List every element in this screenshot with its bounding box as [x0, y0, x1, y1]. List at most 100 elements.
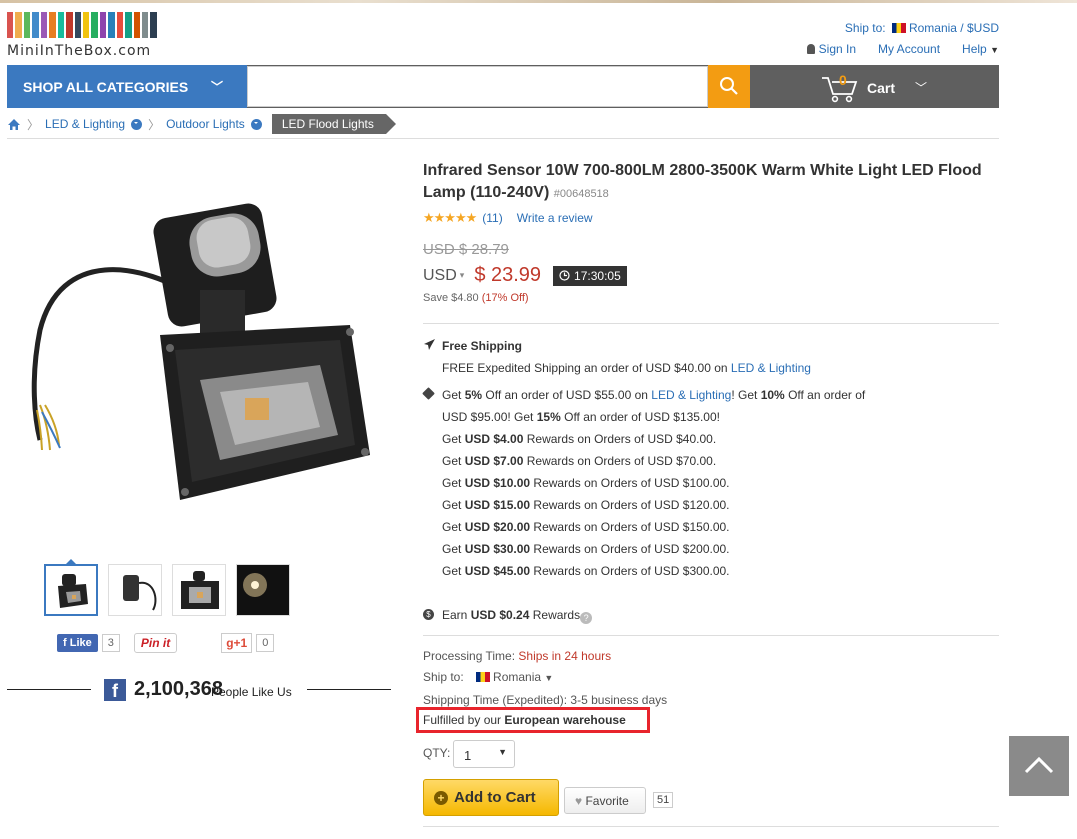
- ship-to-row: Ship to: Romania ▼: [423, 670, 553, 684]
- reward-item: Get USD $15.00 Rewards on Orders of USD …: [442, 494, 730, 516]
- quantity-select[interactable]: 1 ▼: [453, 740, 515, 768]
- breadcrumb-item-outdoor-lights[interactable]: Outdoor Lights: [166, 117, 245, 131]
- promo-text: USD $95.00! Get: [442, 410, 534, 424]
- thumbnail-1[interactable]: [44, 559, 98, 616]
- product-title-text: Infrared Sensor 10W 700-800LM 2800-3500K…: [423, 162, 982, 201]
- logo-text[interactable]: MiniInTheBox.com: [7, 43, 151, 59]
- search-button[interactable]: [708, 65, 750, 108]
- divider: [423, 323, 999, 324]
- breadcrumb-current: LED Flood Lights: [271, 114, 396, 134]
- logo-stripe: [108, 12, 115, 38]
- thumbnail-2[interactable]: [108, 564, 162, 616]
- promo-text: Off an order of USD $135.00!: [564, 410, 720, 424]
- romania-flag-icon: [891, 23, 906, 33]
- my-account-link[interactable]: My Account: [878, 42, 940, 56]
- breadcrumb-separator: 〉: [27, 117, 40, 132]
- processing-time: Processing Time: Ships in 24 hours: [423, 649, 611, 663]
- save-amount: Save $4.80: [423, 292, 479, 304]
- logo-stripe: [142, 12, 149, 38]
- pinterest-button[interactable]: Pin it: [133, 633, 178, 653]
- reward-order: Rewards on Orders of USD $200.00.: [533, 542, 730, 556]
- google-plus-button[interactable]: g+1: [221, 633, 253, 653]
- home-icon[interactable]: [7, 118, 21, 131]
- dollar-icon: $: [423, 609, 434, 620]
- sign-in-link[interactable]: Sign In: [807, 42, 856, 56]
- reward-amount: USD $10.00: [464, 476, 531, 490]
- promo-line-1: Get 5% Off an order of USD $55.00 on LED…: [442, 384, 865, 406]
- promo-pct: 10%: [760, 388, 785, 402]
- reward-amount: USD $30.00: [464, 542, 531, 556]
- search-input[interactable]: [247, 66, 708, 107]
- help-menu[interactable]: Help ▼: [962, 42, 999, 56]
- shipping-time-value: 3-5 business days: [570, 693, 668, 707]
- shipping-time-label: Shipping Time (Expedited):: [423, 693, 568, 707]
- promo-text: Off an order of: [788, 388, 866, 402]
- breadcrumb-separator: 〉: [148, 117, 161, 132]
- divider: [423, 826, 999, 827]
- highlight-box: [416, 707, 650, 733]
- promo-text: Off an order of USD $55.00 on: [485, 388, 648, 402]
- shop-all-categories-button[interactable]: SHOP ALL CATEGORIES ﹀: [7, 65, 247, 108]
- timer-value: 17:30:05: [574, 268, 621, 283]
- gplus-count: 0: [256, 634, 275, 652]
- promo-pct: 5%: [464, 388, 483, 402]
- reward-order: Rewards on Orders of USD $120.00.: [533, 498, 730, 512]
- currency-selector[interactable]: USD: [423, 267, 457, 285]
- chevron-down-icon: ▼: [544, 673, 554, 683]
- ship-to-country-selector[interactable]: Romania ▼: [473, 670, 553, 684]
- rating-row: ★★★★★ (11) Write a review: [423, 210, 593, 226]
- earn-amount: USD $0.24: [470, 608, 530, 622]
- ship-to-country: Romania: [493, 670, 542, 684]
- breadcrumb: 〉 LED & Lighting 〉 Outdoor Lights LED Fl…: [7, 114, 396, 134]
- chevron-down-icon[interactable]: [131, 118, 143, 130]
- fb-like-count: 3: [101, 634, 120, 652]
- earn-suffix: Rewards: [532, 608, 581, 622]
- expedited-shipping-link[interactable]: Expedited Shipping: [477, 361, 580, 375]
- chevron-down-icon[interactable]: [250, 118, 262, 130]
- led-lighting-link[interactable]: LED & Lighting: [731, 361, 811, 375]
- help-icon[interactable]: ?: [580, 612, 593, 624]
- qty-label: QTY:: [423, 746, 451, 760]
- add-to-cart-button[interactable]: + Add to Cart: [423, 779, 559, 816]
- breadcrumb-item-led-lighting[interactable]: LED & Lighting: [45, 117, 125, 131]
- review-count-link[interactable]: (11): [482, 211, 502, 225]
- chevron-down-icon[interactable]: ▾: [460, 270, 465, 281]
- reward-get: Get: [442, 542, 462, 556]
- logo-barcode[interactable]: [7, 12, 157, 38]
- facebook-icon[interactable]: f: [104, 679, 126, 701]
- write-review-link[interactable]: Write a review: [517, 211, 593, 225]
- rewards-list: Get USD $4.00 Rewards on Orders of USD $…: [442, 428, 730, 582]
- top-decorative-strip: [0, 0, 1077, 3]
- ship-to-selector[interactable]: Ship to: Romania / $USD: [845, 21, 999, 35]
- chevron-down-icon: ﹀: [915, 81, 928, 95]
- savings-text: Save $4.80 (17% Off): [423, 292, 529, 304]
- led-lighting-link[interactable]: LED & Lighting: [651, 388, 731, 402]
- logo-stripe: [49, 12, 56, 38]
- shipping-time: Shipping Time (Expedited): 3-5 business …: [423, 693, 667, 707]
- facebook-like-button[interactable]: f Like: [57, 634, 98, 652]
- cart-button[interactable]: 0 Cart ﹀: [820, 72, 980, 103]
- tag-icon: [422, 387, 435, 400]
- airplane-icon: [424, 339, 435, 350]
- free-prefix: FREE: [442, 361, 475, 375]
- thumbnail-4[interactable]: [236, 564, 290, 616]
- thumbnail-3[interactable]: [172, 564, 226, 616]
- chevron-down-icon: ﹀: [210, 80, 223, 94]
- heart-icon: ♥: [575, 794, 583, 808]
- logo-stripe: [116, 12, 124, 38]
- product-sku: #00648518: [553, 188, 609, 200]
- promo-text: ! Get: [731, 388, 758, 402]
- reward-get: Get: [442, 476, 462, 490]
- logo-stripe: [99, 12, 107, 38]
- product-main-image[interactable]: [20, 160, 390, 545]
- reward-order: Rewards on Orders of USD $100.00.: [533, 476, 730, 490]
- earn-rewards: Earn USD $0.24 Rewards?: [442, 604, 593, 626]
- logo-stripe: [57, 12, 65, 38]
- logo-stripe: [7, 12, 14, 38]
- shop-all-label: SHOP ALL CATEGORIES: [23, 79, 189, 95]
- back-to-top-button[interactable]: [1009, 736, 1069, 796]
- sale-price: $ 23.99: [474, 264, 542, 286]
- favorite-button[interactable]: ♥ Favorite: [564, 787, 646, 814]
- logo-stripe: [32, 12, 39, 38]
- reward-item: Get USD $4.00 Rewards on Orders of USD $…: [442, 428, 730, 450]
